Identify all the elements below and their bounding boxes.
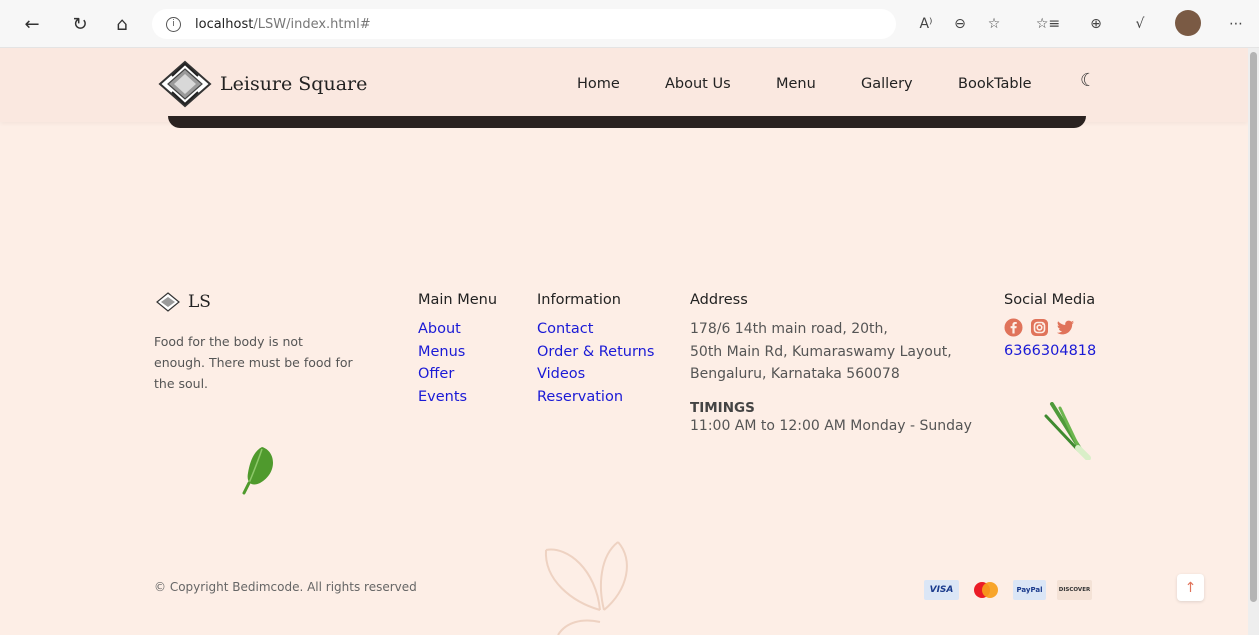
footer-address: Address 178/6 14th main road, 20th, 50th… — [690, 292, 972, 434]
timings-heading: TIMINGS — [690, 399, 755, 416]
back-arrow-icon[interactable]: ← — [14, 6, 50, 42]
diamond-logo-icon — [158, 60, 212, 108]
timings-text: 11:00 AM to 12:00 AM Monday - Sunday — [690, 417, 972, 434]
profile-avatar[interactable] — [1175, 10, 1201, 36]
refresh-icon[interactable]: ↻ — [62, 6, 98, 42]
leek-icon — [1044, 402, 1091, 460]
footer-main-menu: Main Menu About Menus Offer Events — [418, 292, 497, 408]
site-header: Leisure Square Home About Us Menu Galler… — [0, 48, 1248, 122]
home-icon[interactable]: ⌂ — [104, 6, 140, 42]
zoom-out-icon[interactable]: ⊖ — [950, 14, 970, 34]
section-edge — [168, 116, 1086, 128]
scrollbar-thumb[interactable] — [1250, 52, 1257, 602]
read-aloud-icon[interactable]: A⁾ — [916, 14, 936, 34]
brand-logo[interactable]: Leisure Square — [158, 60, 367, 108]
collections-icon[interactable]: ⊕ — [1086, 14, 1106, 34]
footer-link-offer[interactable]: Offer — [418, 363, 497, 386]
mastercard-icon — [974, 582, 998, 598]
nav-home[interactable]: Home — [577, 76, 620, 92]
mastercard-logo — [970, 580, 1002, 600]
footer-tagline: Food for the body is not enough. There m… — [154, 334, 353, 391]
footer-social: Social Media 6366304818 — [1004, 292, 1096, 359]
instagram-icon[interactable] — [1030, 318, 1049, 337]
footer-brand-name: LS — [188, 292, 211, 312]
favorites-list-icon[interactable]: ☆≡ — [1036, 14, 1060, 34]
nav-gallery[interactable]: Gallery — [861, 76, 913, 92]
address-line: 50th Main Rd, Kumaraswamy Layout, — [690, 343, 952, 360]
address-line: 178/6 14th main road, 20th, — [690, 321, 888, 337]
page-scrollbar[interactable] — [1248, 48, 1259, 635]
paypal-logo: PayPal — [1013, 580, 1046, 600]
diamond-logo-icon — [156, 292, 180, 312]
footer-link-reservation[interactable]: Reservation — [537, 386, 654, 409]
nav-menu[interactable]: Menu — [776, 76, 816, 92]
discover-logo: DISCOVER — [1057, 580, 1092, 600]
brand-name: Leisure Square — [220, 73, 368, 95]
leaf-outline-decoration — [544, 541, 628, 635]
footer-link-about[interactable]: About — [418, 318, 497, 341]
footer-link-contact[interactable]: Contact — [537, 318, 654, 341]
payment-methods: VISA PayPal DISCOVER — [924, 580, 1092, 600]
address-text: 178/6 14th main road, 20th, 50th Main Rd… — [690, 318, 972, 386]
address-heading: Address — [690, 292, 748, 308]
url-path: /LSW/index.html# — [253, 16, 371, 32]
phone-number[interactable]: 6366304818 — [1004, 343, 1096, 359]
address-line: Bengaluru, Karnataka 560078 — [690, 366, 900, 382]
url-host: localhost — [195, 16, 254, 32]
copyright-text: © Copyright Bedimcode. All rights reserv… — [154, 580, 417, 594]
arrow-up-icon: ↑ — [1184, 579, 1197, 596]
spinach-leaf-icon — [242, 447, 273, 495]
nav-about-us[interactable]: About Us — [665, 76, 731, 92]
math-solver-icon[interactable]: √ — [1130, 14, 1150, 34]
social-icons — [1004, 318, 1096, 337]
facebook-icon[interactable] — [1004, 318, 1023, 337]
moon-theme-icon[interactable]: ☾ — [1080, 70, 1096, 91]
favorite-star-icon[interactable]: ☆ — [984, 14, 1004, 34]
more-options-icon[interactable]: ⋯ — [1226, 14, 1246, 34]
back-to-top-button[interactable]: ↑ — [1177, 574, 1204, 601]
main-menu-heading: Main Menu — [418, 292, 498, 308]
twitter-icon[interactable] — [1056, 318, 1075, 337]
browser-toolbar: ← ↻ ⌂ i localhost/LSW/index.html# A⁾ ⊖ ☆… — [0, 0, 1259, 48]
footer-link-videos[interactable]: Videos — [537, 363, 654, 386]
info-icon[interactable]: i — [166, 16, 181, 32]
nav-booktable[interactable]: BookTable — [958, 76, 1032, 92]
footer-information: Information Contact Order & Returns Vide… — [537, 292, 654, 408]
visa-logo: VISA — [924, 580, 959, 600]
social-heading: Social Media — [1004, 292, 1096, 308]
address-bar[interactable]: i localhost/LSW/index.html# — [152, 9, 896, 39]
footer-link-order-returns[interactable]: Order & Returns — [537, 341, 654, 364]
footer-link-menus[interactable]: Menus — [418, 341, 497, 364]
information-heading: Information — [537, 292, 621, 308]
footer-link-events[interactable]: Events — [418, 386, 497, 409]
footer-brand[interactable]: LS — [156, 292, 211, 312]
